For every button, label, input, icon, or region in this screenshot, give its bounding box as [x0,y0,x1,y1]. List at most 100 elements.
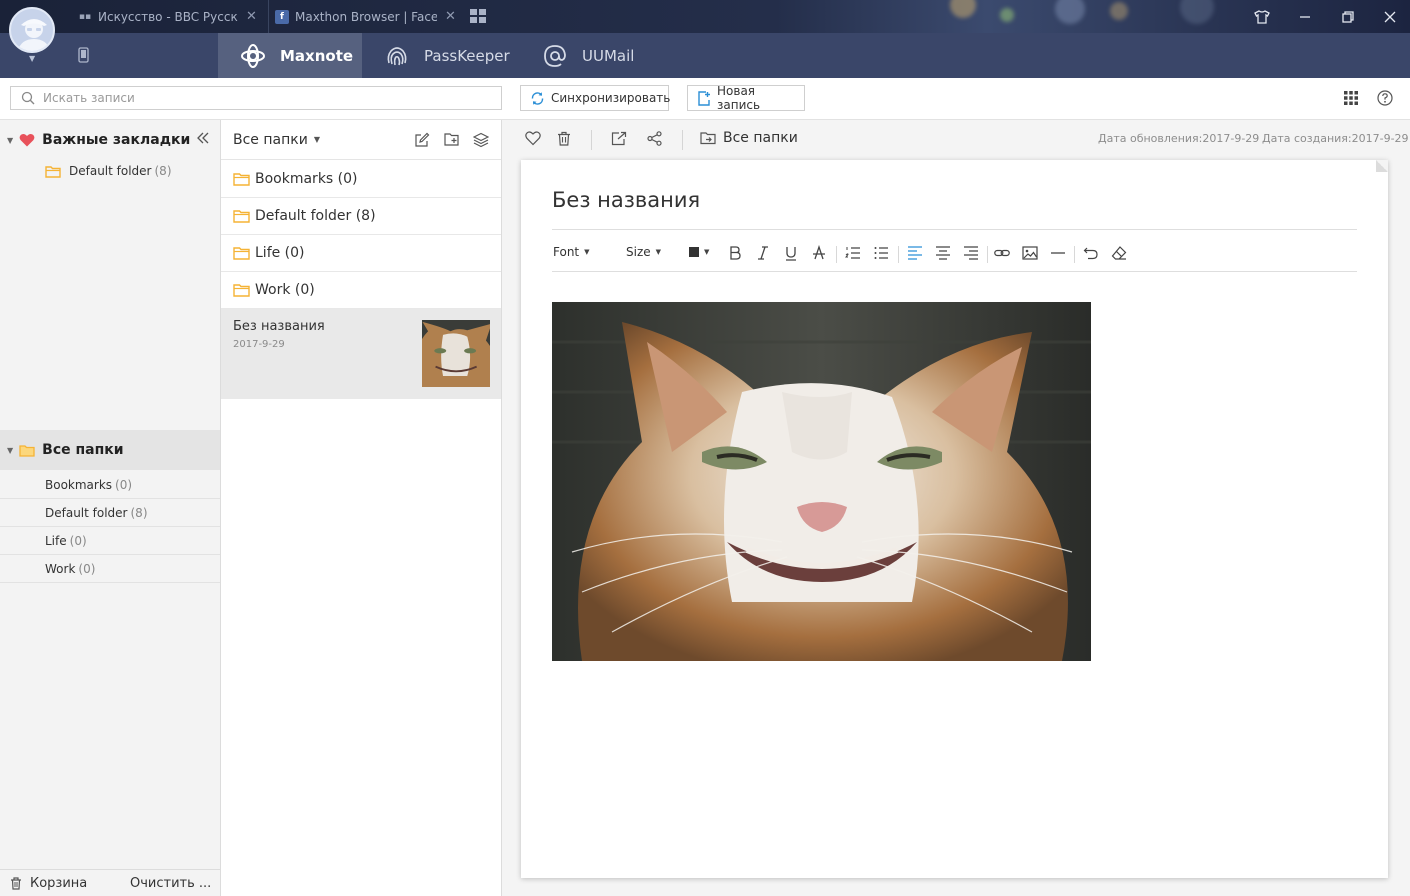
folder-name: Life [45,533,67,548]
note-item-date: 2017-9-29 [233,339,285,350]
color-swatch-icon [689,247,699,257]
tab-label: PassKeeper [424,46,510,65]
note-folder-selector[interactable]: Все папки [700,130,798,146]
search-input[interactable] [43,91,483,105]
list-folder-work[interactable]: Work (0) [221,272,501,309]
note-image-cat[interactable] [552,302,1091,661]
sidebar-item-default-folder[interactable]: Default folder (8) [0,499,220,527]
sync-icon [530,91,551,106]
bold-icon[interactable] [728,245,742,261]
minimize-icon[interactable] [1296,8,1314,26]
italic-icon[interactable] [756,245,770,261]
help-icon[interactable] [1377,90,1393,106]
mobile-device-icon[interactable] [78,47,89,63]
note-list-panel: Все папки ▼ Bookmarks (0) Default folder… [221,120,502,896]
text-color-button[interactable]: ▼ [689,247,709,257]
unordered-list-icon[interactable] [873,245,889,261]
new-folder-icon[interactable] [444,132,460,147]
divider [591,130,592,150]
sidebar-item-work[interactable]: Work (0) [0,555,220,583]
edit-icon[interactable] [414,132,430,148]
trash-bar[interactable]: Корзина Очистить ... [0,869,220,896]
link-icon[interactable] [994,245,1010,261]
folder-filter-label: Все папки [233,131,308,148]
move-to-folder-icon [700,131,723,145]
apps-grid-icon[interactable] [1344,91,1358,105]
note-folder-list: Bookmarks (0) Default folder (8) Life (0… [221,161,501,309]
folder-name: Work [45,561,76,576]
all-folders-section-header[interactable]: ▼ Все папки [0,430,220,470]
list-folder-bookmarks[interactable]: Bookmarks (0) [221,161,501,198]
image-icon[interactable] [1022,245,1038,261]
align-left-icon[interactable] [907,245,923,261]
folder-name: Bookmarks (0) [255,171,358,187]
browser-tab-facebook[interactable]: f Maxthon Browser | Faceb... ✕ [268,0,460,33]
new-note-icon [697,90,717,106]
facebook-favicon: f [275,9,289,24]
folder-icon [233,209,255,223]
collapse-sidebar-icon[interactable] [196,132,210,144]
sidebar-folder-list: Bookmarks (0) Default folder (8) Life (0… [0,471,220,583]
expand-caret-icon[interactable]: ▼ [7,136,13,145]
skin-shirt-icon[interactable] [1253,8,1271,26]
browser-tab-label: Maxthon Browser | Faceb... [295,9,437,24]
strikethrough-icon[interactable] [812,245,826,261]
list-folder-default-folder[interactable]: Default folder (8) [221,198,501,235]
undo-icon[interactable] [1083,245,1099,261]
favorites-section-header[interactable]: ▼ Важные закладки [0,120,220,160]
ordered-list-icon[interactable] [845,245,861,261]
search-icon [21,91,35,105]
folder-name: Default folder (8) [255,208,376,224]
heart-icon [19,133,35,147]
editor-header: Все папки Дата обновления:2017-9-29 Дата… [502,120,1410,158]
sidebar-item-life[interactable]: Life (0) [0,527,220,555]
close-tab-icon[interactable]: ✕ [246,9,257,24]
share-icon[interactable] [647,131,662,146]
date-created: Дата создания:2017-9-29 [1262,132,1409,145]
browser-tab-label: Искусство - BBC Русск... [98,9,238,24]
close-tab-icon[interactable]: ✕ [445,9,456,24]
browser-tab-bbc[interactable]: ▪▪ Искусство - BBC Русск... ✕ [70,0,260,33]
list-folder-life[interactable]: Life (0) [221,235,501,272]
new-note-button[interactable]: Новая запись [687,84,805,112]
maxnote-icon [240,43,280,69]
user-avatar[interactable] [9,7,55,53]
divider [552,229,1357,230]
fingerprint-icon [384,43,424,69]
font-label: Font [553,245,580,259]
eraser-icon[interactable] [1111,245,1127,261]
chevron-down-icon: ▼ [704,248,710,256]
underline-icon[interactable] [784,245,798,261]
tab-maxnote[interactable]: Maxnote [218,33,362,78]
restore-icon[interactable] [1339,8,1357,26]
empty-trash-button[interactable]: Очистить ... [130,876,211,891]
layers-icon[interactable] [473,132,489,148]
align-right-icon[interactable] [963,245,979,261]
horizontal-rule-icon[interactable] [1050,245,1066,261]
close-window-icon[interactable] [1381,8,1399,26]
note-paper: Без названия Font ▼ Size ▼ ▼ [521,160,1388,878]
export-icon[interactable] [611,131,627,146]
font-dropdown[interactable]: Font ▼ [553,245,590,259]
heart-outline-icon[interactable] [525,131,541,146]
size-dropdown[interactable]: Size ▼ [626,245,661,259]
tab-overview-icon[interactable] [470,9,486,23]
sidebar-item-bookmarks[interactable]: Bookmarks (0) [0,471,220,499]
chevron-down-icon: ▼ [655,248,662,256]
date-updated: Дата обновления:2017-9-29 [1098,132,1260,145]
folder-count: (0) [69,533,87,548]
tab-uumail[interactable]: UUMail [542,33,634,78]
sync-label: Синхронизировать [551,91,671,105]
expand-caret-icon[interactable]: ▼ [7,446,13,455]
align-center-icon[interactable] [935,245,951,261]
favorite-folder-item[interactable]: Default folder (8) [45,164,172,178]
delete-icon[interactable] [557,131,571,146]
note-list-item[interactable]: Без названия 2017-9-29 [221,309,501,399]
note-title[interactable]: Без названия [552,188,700,212]
sync-button[interactable]: Синхронизировать [520,85,671,111]
divider [836,246,837,263]
tab-label: UUMail [582,46,635,65]
search-box[interactable] [10,86,502,110]
avatar-dropdown-icon[interactable]: ▼ [29,54,35,63]
tab-passkeeper[interactable]: PassKeeper [384,33,510,78]
